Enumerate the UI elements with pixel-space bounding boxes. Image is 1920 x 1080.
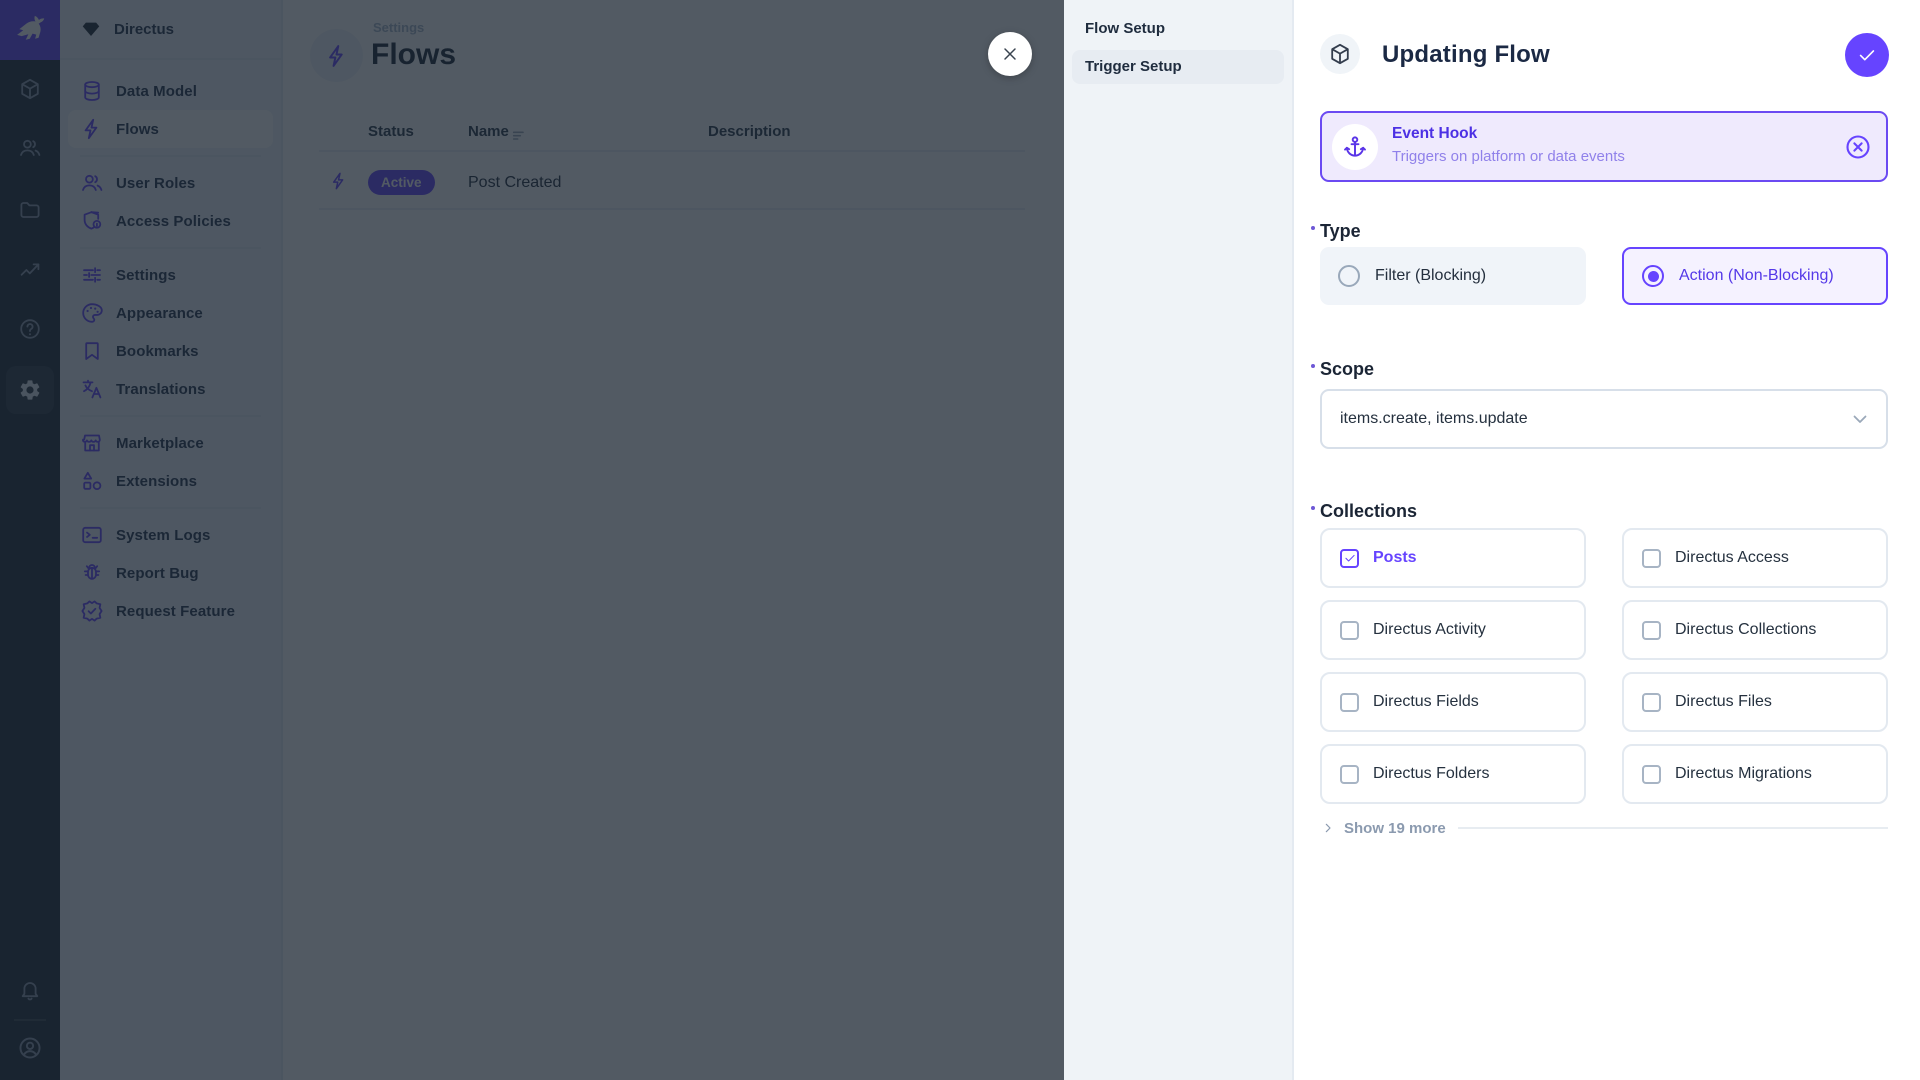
drawer-close-button[interactable] xyxy=(988,32,1032,76)
type-field-label: Type xyxy=(1320,221,1361,242)
anchor-icon xyxy=(1342,134,1368,160)
show-more-divider xyxy=(1458,827,1888,829)
collection-checkbox-posts[interactable]: Posts xyxy=(1320,528,1586,588)
radio-selected-icon xyxy=(1642,265,1664,287)
event-hook-subtitle: Triggers on platform or data events xyxy=(1392,148,1625,165)
drawer-nav: Flow Setup Trigger Setup xyxy=(1064,0,1292,1080)
checkbox-icon xyxy=(1642,693,1661,712)
drawer-title-icon-circle xyxy=(1320,34,1360,74)
radio-unselected-icon xyxy=(1338,265,1360,287)
save-button[interactable] xyxy=(1845,33,1889,77)
checkbox-icon xyxy=(1340,621,1359,640)
scope-field-label: Scope xyxy=(1320,359,1374,380)
chevron-right-icon xyxy=(1320,820,1336,836)
checkbox-checked-icon xyxy=(1340,549,1359,568)
checkbox-icon xyxy=(1642,765,1661,784)
event-hook-card[interactable]: Event Hook Triggers on platform or data … xyxy=(1320,111,1888,182)
type-option-filter[interactable]: Filter (Blocking) xyxy=(1320,247,1586,305)
collections-grid: Posts Directus Access Directus Activity … xyxy=(1320,528,1888,804)
show-more-label: Show 19 more xyxy=(1344,820,1446,837)
type-option-action[interactable]: Action (Non-Blocking) xyxy=(1622,247,1888,305)
anchor-icon-circle xyxy=(1332,124,1378,170)
collection-checkbox-directus-migrations[interactable]: Directus Migrations xyxy=(1622,744,1888,804)
drawer-title: Updating Flow xyxy=(1382,41,1550,69)
scope-value: items.create, items.update xyxy=(1340,410,1848,428)
checkbox-icon xyxy=(1340,765,1359,784)
edited-dot xyxy=(1311,226,1315,230)
box-icon xyxy=(1328,42,1352,66)
checkbox-icon xyxy=(1642,621,1661,640)
show-more-button[interactable]: Show 19 more xyxy=(1320,816,1888,840)
checkbox-icon xyxy=(1642,549,1661,568)
drawer-nav-flow-setup[interactable]: Flow Setup xyxy=(1064,15,1292,43)
collection-checkbox-directus-fields[interactable]: Directus Fields xyxy=(1320,672,1586,732)
collections-field-label: Collections xyxy=(1320,501,1417,522)
scope-select[interactable]: items.create, items.update xyxy=(1320,389,1888,449)
check-icon xyxy=(1343,551,1357,565)
collection-checkbox-directus-collections[interactable]: Directus Collections xyxy=(1622,600,1888,660)
checkbox-icon xyxy=(1340,693,1359,712)
close-icon xyxy=(1000,44,1020,64)
collection-checkbox-directus-activity[interactable]: Directus Activity xyxy=(1320,600,1586,660)
check-icon xyxy=(1856,44,1878,66)
drawer-content: Updating Flow Event Hook Triggers on pla… xyxy=(1292,0,1920,1080)
collection-checkbox-directus-folders[interactable]: Directus Folders xyxy=(1320,744,1586,804)
drawer-overlay[interactable] xyxy=(0,0,1064,1080)
collection-checkbox-directus-files[interactable]: Directus Files xyxy=(1622,672,1888,732)
deselect-icon[interactable] xyxy=(1844,133,1872,161)
event-hook-title: Event Hook xyxy=(1392,125,1477,143)
drawer-nav-trigger-setup[interactable]: Trigger Setup xyxy=(1072,50,1284,84)
edited-dot xyxy=(1311,364,1315,368)
collection-checkbox-directus-access[interactable]: Directus Access xyxy=(1622,528,1888,588)
edited-dot xyxy=(1311,506,1315,510)
chevron-down-icon xyxy=(1848,407,1872,431)
